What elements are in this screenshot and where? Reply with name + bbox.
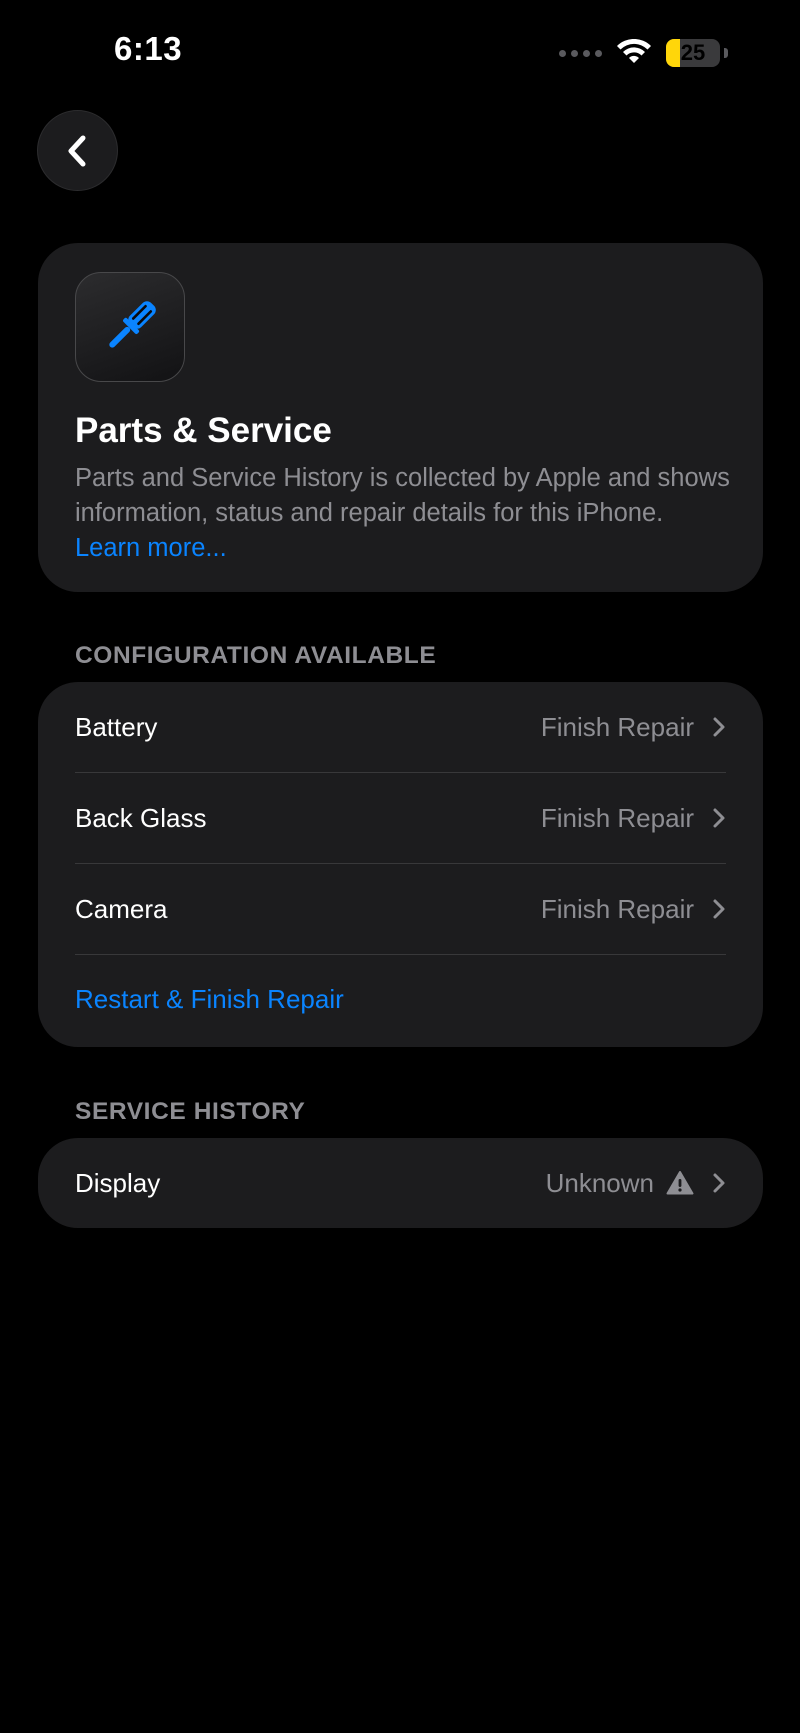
battery-level: 25 xyxy=(680,40,706,65)
battery-cap xyxy=(724,48,728,58)
service-history-section-header: SERVICE HISTORY xyxy=(75,1098,306,1125)
page-title: Parts & Service xyxy=(75,411,332,450)
configuration-section-header: CONFIGURATION AVAILABLE xyxy=(75,642,437,669)
warning-icon xyxy=(666,1171,694,1195)
description-text: Parts and Service History is collected b… xyxy=(75,464,730,527)
config-row-back-glass[interactable]: Back Glass Finish Repair xyxy=(75,773,726,863)
chevron-right-icon xyxy=(712,807,726,829)
row-value: Finish Repair xyxy=(540,711,694,742)
learn-more-link[interactable]: Learn more... xyxy=(75,534,227,562)
battery-indicator: 25 xyxy=(666,39,720,67)
config-row-battery[interactable]: Battery Finish Repair xyxy=(75,682,726,772)
screwdriver-app-icon xyxy=(75,272,185,382)
history-row-display[interactable]: Display Unknown xyxy=(75,1138,726,1228)
row-label: Camera xyxy=(75,893,168,924)
status-indicators: 25 xyxy=(559,38,728,68)
configuration-list: Battery Finish Repair Back Glass Finish … xyxy=(38,682,763,1047)
back-button[interactable] xyxy=(37,110,118,191)
row-value: Unknown xyxy=(545,1167,654,1198)
service-history-list: Display Unknown xyxy=(38,1138,763,1228)
status-time: 6:13 xyxy=(114,30,183,67)
chevron-right-icon xyxy=(712,716,726,738)
row-value: Finish Repair xyxy=(540,802,694,833)
chevron-left-icon xyxy=(68,135,85,166)
config-row-camera[interactable]: Camera Finish Repair xyxy=(75,864,726,954)
parts-service-card: Parts & Service Parts and Service Histor… xyxy=(38,243,763,592)
row-value: Finish Repair xyxy=(540,893,694,924)
signal-dots-icon xyxy=(559,49,602,57)
wifi-icon xyxy=(617,39,651,63)
header-description: Parts and Service History is collected b… xyxy=(75,461,735,566)
row-label: Back Glass xyxy=(75,802,207,833)
row-label: Battery xyxy=(75,711,158,742)
chevron-right-icon xyxy=(712,898,726,920)
restart-finish-repair-button[interactable]: Restart & Finish Repair xyxy=(75,954,344,1044)
screwdriver-icon xyxy=(109,301,156,348)
chevron-right-icon xyxy=(712,1172,726,1194)
row-label: Display xyxy=(75,1167,161,1198)
